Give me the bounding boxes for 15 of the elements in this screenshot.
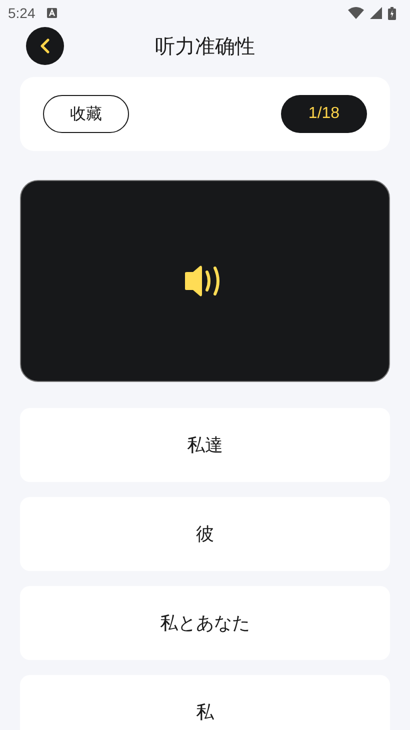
favorite-button[interactable]: 收藏: [43, 95, 129, 133]
chevron-left-icon: [38, 38, 52, 54]
status-time: 5:24: [8, 5, 36, 21]
answer-option[interactable]: 私達: [20, 408, 390, 482]
back-button[interactable]: [26, 27, 64, 65]
notification-icon: [47, 8, 58, 18]
signal-icon: [370, 7, 382, 19]
answer-option[interactable]: 私とあなた: [20, 586, 390, 660]
wifi-icon: [348, 7, 364, 19]
page-title: 听力准确性: [155, 32, 255, 60]
answer-option[interactable]: 彼: [20, 497, 390, 571]
answer-option[interactable]: 私: [20, 675, 390, 730]
audio-panel[interactable]: [20, 180, 390, 382]
question-counter: 1/18: [281, 95, 367, 133]
battery-icon: [388, 6, 396, 20]
